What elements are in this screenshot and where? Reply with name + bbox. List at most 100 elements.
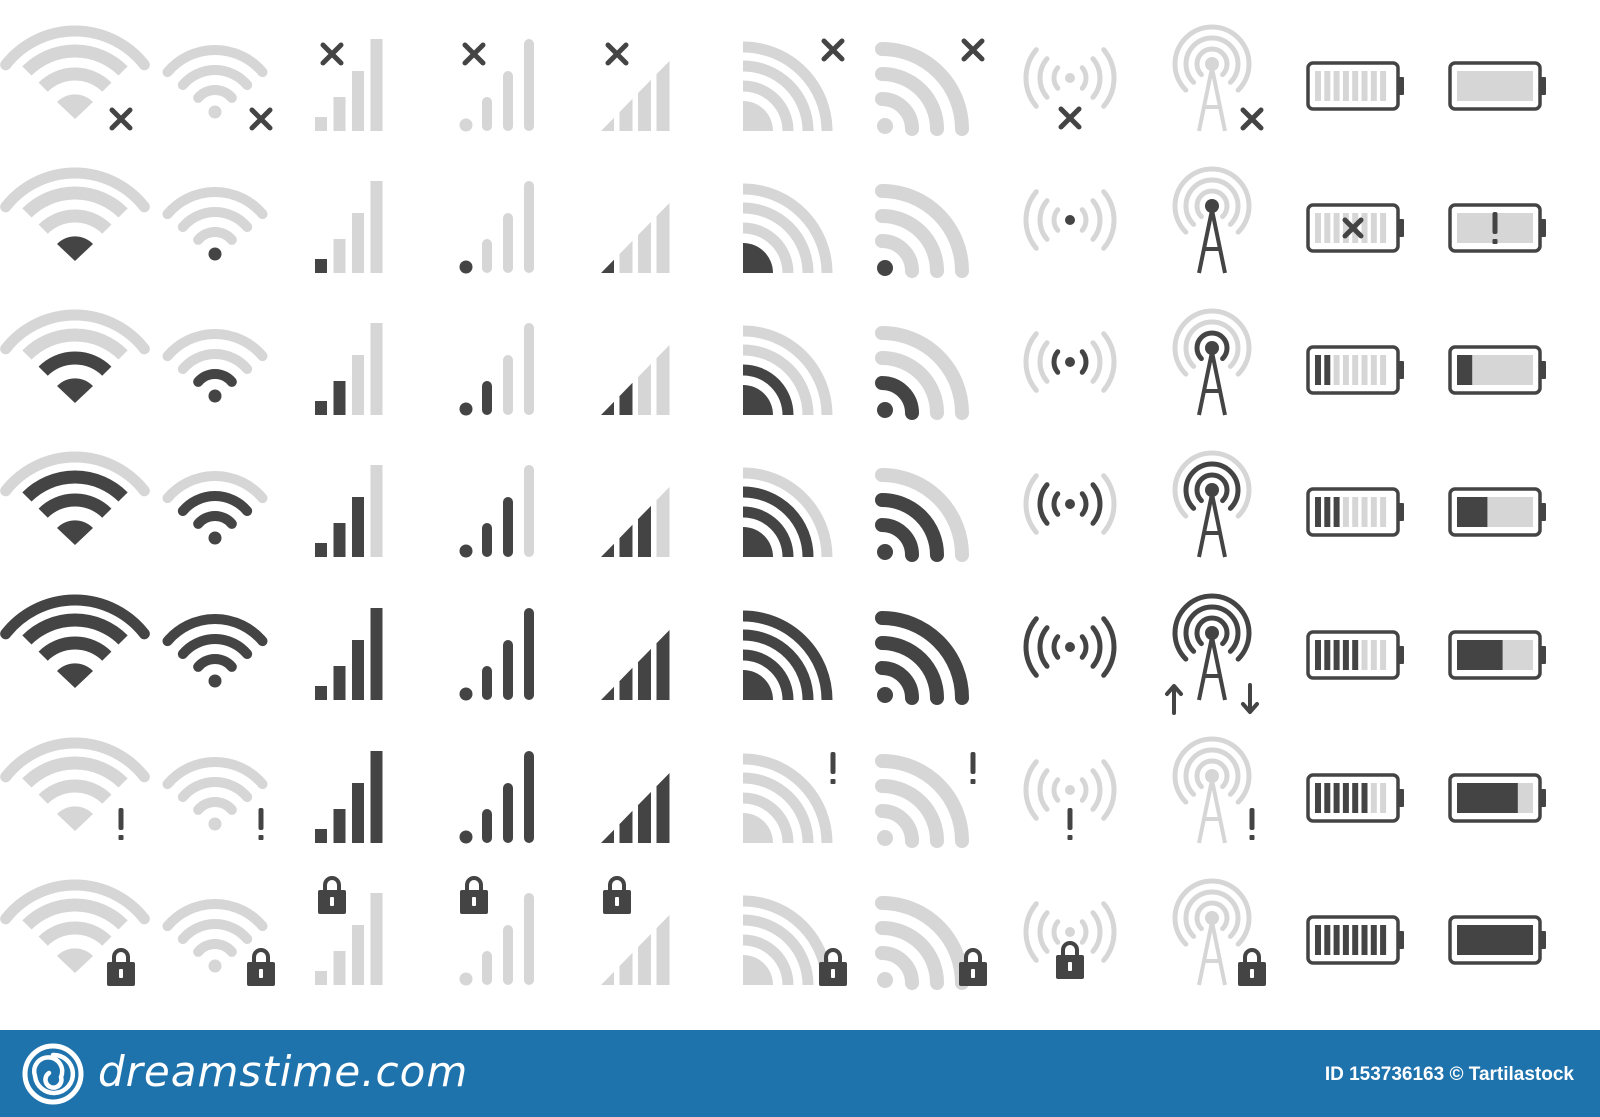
radio-waves-icon-level-2: [1023, 331, 1117, 393]
lock-icon: [318, 876, 346, 914]
rss-quarter-icon-full: [742, 610, 833, 701]
brand-wordmark[interactable]: dreamstime.com: [98, 1046, 468, 1098]
x-icon: [961, 38, 985, 62]
x-icon: [821, 38, 845, 62]
rss-feed-icon-disconnected: [875, 38, 985, 136]
radio-waves-icon-disconnected: [1023, 47, 1117, 130]
antenna-tower-icon-full: [1165, 593, 1259, 715]
signal-bars-icon-full: [315, 608, 383, 700]
signal-bars-dot-icon-level-3: [459, 465, 534, 558]
x-icon: [249, 107, 273, 131]
wifi-dot-icon-warning: [162, 757, 268, 840]
wifi-dot-icon-level-3: [162, 471, 268, 545]
battery-segments-icon-full: [1306, 630, 1404, 680]
signal-bars-slanted-icon-level-1: [601, 202, 670, 273]
x-icon: [320, 42, 344, 66]
wifi-dot-icon-disconnected: [162, 45, 273, 131]
rss-feed-icon-level-1: [875, 184, 969, 278]
icon-sheet: [0, 24, 1546, 990]
rss-quarter-icon-disconnected: [742, 38, 845, 132]
x-icon: [605, 42, 629, 66]
radio-waves-icon-locked: [1023, 901, 1117, 979]
signal-bars-icon-locked: [315, 876, 383, 985]
wifi-icon-full: [0, 594, 150, 688]
battery-segments-icon-warning: [1306, 773, 1404, 823]
x-icon: [1240, 107, 1264, 131]
wifi-dot-icon-locked: [162, 899, 275, 986]
signal-bars-dot-icon-level-2: [459, 323, 534, 416]
exclamation-icon: [1067, 808, 1073, 840]
x-icon: [1058, 106, 1082, 130]
wifi-dot-icon-level-2: [162, 329, 268, 403]
antenna-tower-icon-level-2: [1172, 308, 1252, 416]
signal-bars-slanted-icon-warning: [601, 772, 670, 843]
rss-quarter-icon-warning: [742, 752, 836, 844]
exclamation-icon: [830, 752, 836, 784]
antenna-tower-icon-warning: [1172, 736, 1255, 844]
signal-bars-slanted-icon-locked: [601, 876, 670, 985]
signal-bars-icon-level-2: [315, 323, 383, 415]
exclamation-icon: [118, 808, 124, 840]
signal-bars-icon-level-1: [315, 181, 383, 273]
x-icon: [462, 42, 486, 66]
antenna-tower-icon-disconnected: [1172, 24, 1264, 132]
wifi-icon-locked: [0, 879, 150, 986]
rss-feed-icon-warning: [875, 752, 976, 848]
up-down-arrows-icon: [1165, 683, 1259, 715]
rss-quarter-icon-locked: [742, 895, 847, 986]
radio-waves-icon-full: [1023, 616, 1117, 678]
battery-fill-icon-warning: [1448, 773, 1546, 823]
rss-quarter-icon-level-1: [742, 183, 833, 274]
antenna-tower-icon-level-3: [1172, 450, 1252, 558]
signal-bars-dot-icon-level-1: [459, 181, 534, 274]
wifi-icon-level-2: [0, 309, 150, 403]
rss-quarter-icon-level-2: [742, 325, 833, 416]
battery-fill-icon-level-3: [1448, 487, 1546, 537]
signal-bars-slanted-icon-level-2: [601, 344, 670, 415]
signal-bars-dot-icon-disconnected: [459, 39, 534, 132]
x-icon: [109, 107, 133, 131]
radio-waves-icon-level-1: [1023, 189, 1117, 251]
rss-feed-icon-locked: [875, 896, 987, 990]
lock-icon: [107, 948, 135, 986]
signal-bars-slanted-icon-disconnected: [601, 42, 670, 131]
radio-waves-icon-level-3: [1023, 473, 1117, 535]
battery-fill-icon-level-2: [1448, 345, 1546, 395]
wifi-icon-level-3: [0, 451, 150, 545]
rss-feed-icon-full: [875, 611, 969, 705]
lock-icon: [1238, 948, 1266, 986]
exclamation-icon: [970, 752, 976, 784]
radio-waves-icon-warning: [1023, 759, 1117, 840]
signal-bars-icon-disconnected: [315, 39, 383, 131]
antenna-tower-icon-locked: [1172, 878, 1266, 986]
exclamation-icon: [258, 808, 264, 840]
battery-segments-icon-locked: [1306, 915, 1404, 965]
battery-fill-icon-level-1: [1448, 203, 1546, 253]
rss-quarter-icon-level-3: [742, 467, 833, 558]
stock-id-credit: ID 153736163 © Tartilastock: [1324, 1064, 1574, 1085]
battery-segments-icon-level-2: [1306, 345, 1404, 395]
exclamation-icon: [1249, 808, 1255, 840]
lock-icon: [460, 876, 488, 914]
wifi-icon-level-1: [0, 167, 150, 261]
battery-fill-icon-disconnected: [1448, 61, 1546, 111]
signal-bars-icon-warning: [315, 751, 383, 843]
exclamation-icon: [1492, 212, 1498, 244]
signal-bars-dot-icon-locked: [459, 876, 534, 986]
wifi-icon-warning: [0, 737, 150, 840]
wifi-dot-icon-level-1: [162, 187, 268, 261]
rss-feed-icon-level-3: [875, 468, 969, 562]
signal-bars-slanted-icon-full: [601, 629, 670, 700]
wifi-icon-disconnected: [0, 25, 150, 131]
battery-segments-icon-disconnected: [1306, 61, 1404, 111]
signal-bars-icon-level-3: [315, 465, 383, 557]
lock-icon: [247, 948, 275, 986]
signal-bars-dot-icon-warning: [459, 751, 534, 844]
dreamstime-spiral-logo-icon: [22, 1043, 84, 1105]
lock-icon: [603, 876, 631, 914]
lock-icon: [1056, 941, 1084, 979]
battery-segments-icon-level-3: [1306, 487, 1404, 537]
rss-feed-icon-level-2: [875, 326, 969, 420]
battery-fill-icon-full: [1448, 630, 1546, 680]
signal-bars-dot-icon-full: [459, 608, 534, 701]
